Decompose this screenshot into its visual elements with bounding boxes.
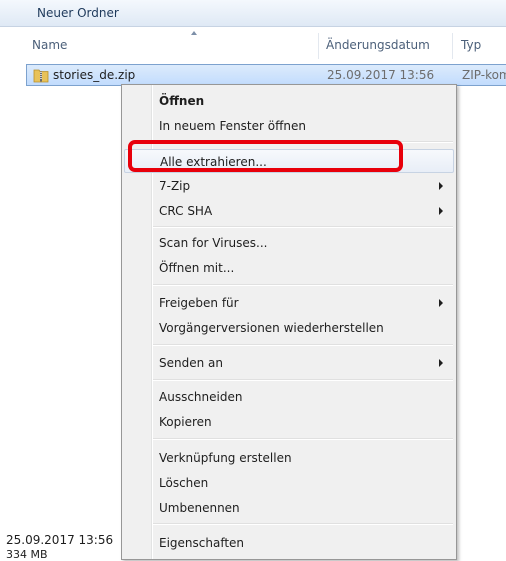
menu-separator: [153, 523, 453, 525]
submenu-arrow-icon: [439, 207, 443, 215]
menu-item-send-to[interactable]: Senden an: [124, 351, 454, 375]
menu-item-share-with[interactable]: Freigeben für: [124, 291, 454, 315]
menu-item-properties[interactable]: Eigenschaften: [124, 531, 454, 555]
menu-item-delete[interactable]: Löschen: [124, 471, 454, 495]
zip-folder-icon: [33, 69, 49, 83]
file-row[interactable]: stories_de.zip 25.09.2017 13:56 ZIP-kom: [26, 64, 506, 86]
menu-separator: [153, 284, 453, 286]
menu-item-open-with[interactable]: Öffnen mit...: [124, 256, 454, 280]
column-type[interactable]: Typ: [461, 27, 481, 64]
submenu-arrow-icon: [439, 182, 443, 190]
column-divider[interactable]: [318, 33, 319, 59]
menu-item-crc-sha[interactable]: CRC SHA: [124, 199, 454, 223]
sort-arrow-icon: [191, 31, 197, 35]
menu-item-open-new-window[interactable]: In neuem Fenster öffnen: [124, 114, 454, 138]
status-size: 334 MB: [6, 548, 48, 561]
menu-item-open[interactable]: Öffnen: [124, 89, 454, 113]
menu-item-rename[interactable]: Umbenennen: [124, 496, 454, 520]
file-date: 25.09.2017 13:56: [327, 68, 435, 82]
file-name: stories_de.zip: [53, 68, 136, 82]
menu-separator: [153, 438, 453, 440]
menu-separator: [153, 379, 453, 381]
menu-separator: [153, 344, 453, 346]
menu-item-copy[interactable]: Kopieren: [124, 410, 454, 434]
column-divider[interactable]: [452, 33, 453, 59]
menu-item-scan-viruses[interactable]: Scan for Viruses...: [124, 231, 454, 255]
menu-separator: [153, 226, 453, 228]
column-header: Name Änderungsdatum Typ: [0, 27, 506, 64]
toolbar: Neuer Ordner: [0, 0, 506, 27]
column-name[interactable]: Name: [32, 27, 67, 64]
menu-item-create-shortcut[interactable]: Verknüpfung erstellen: [124, 446, 454, 470]
status-date: 25.09.2017 13:56: [6, 533, 114, 547]
highlight-box: [128, 140, 403, 172]
submenu-arrow-icon: [439, 299, 443, 307]
column-date[interactable]: Änderungsdatum: [326, 27, 430, 64]
new-folder-button[interactable]: Neuer Ordner: [28, 4, 128, 22]
menu-item-restore-versions[interactable]: Vorgängerversionen wiederherstellen: [124, 316, 454, 340]
menu-item-cut[interactable]: Ausschneiden: [124, 385, 454, 409]
file-type: ZIP-kom: [462, 68, 506, 82]
submenu-arrow-icon: [439, 359, 443, 367]
menu-item-7zip[interactable]: 7-Zip: [124, 174, 454, 198]
